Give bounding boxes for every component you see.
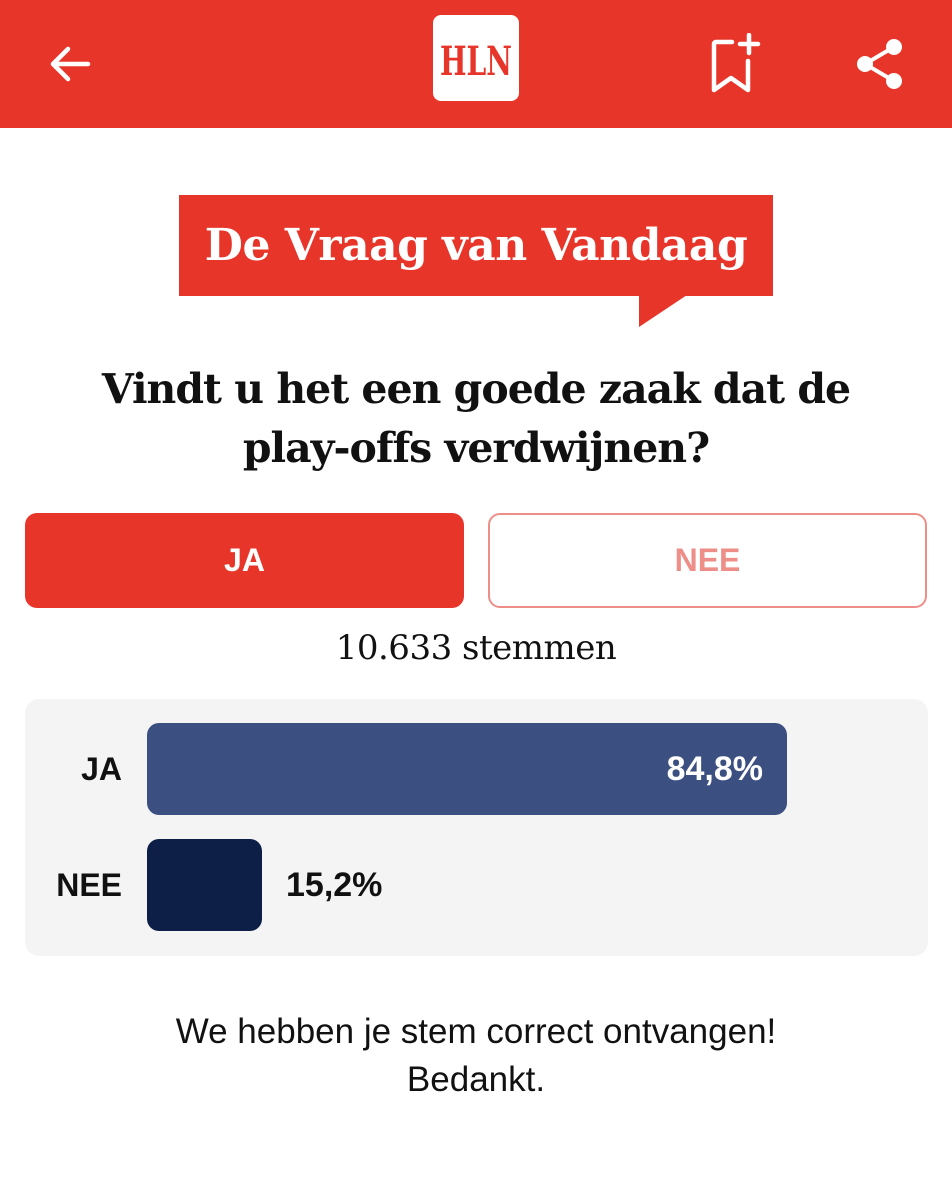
- badge-speech-tail: [639, 295, 687, 327]
- hln-logo: HLN: [433, 15, 519, 101]
- result-bar-yes: 84,8%: [147, 723, 787, 815]
- result-label-yes: JA: [81, 750, 122, 787]
- result-label-no: NEE: [56, 866, 122, 903]
- vote-count: 10.633 stemmen: [335, 628, 617, 668]
- poll-question: Vindt u het een goede zaak dat de play-o…: [101, 365, 851, 472]
- logo-text: HLN: [440, 38, 512, 83]
- badge-text: De Vraag van Vandaag: [204, 220, 748, 271]
- share-icon: [857, 39, 902, 89]
- back-arrow-icon: [50, 46, 91, 82]
- app-bar: HLN: [0, 0, 952, 128]
- result-percent-yes: 84,8%: [666, 749, 763, 788]
- result-bar-no: [147, 839, 262, 931]
- result-track-no: 15,2%: [147, 839, 902, 931]
- result-track-yes: 84,8%: [147, 723, 902, 815]
- vote-no-button[interactable]: NEE: [488, 513, 927, 608]
- confirmation-line-2: Bedankt.: [406, 1060, 546, 1099]
- result-row-no: NEE 15,2%: [25, 839, 928, 931]
- vote-yes-button[interactable]: JA: [25, 513, 464, 608]
- results-panel: JA 84,8% NEE 15,2%: [25, 699, 928, 956]
- confirmation-message: We hebben je stem correct ontvangen! Bed…: [0, 1008, 952, 1104]
- bookmark-add-icon: [711, 33, 761, 93]
- result-percent-no: 15,2%: [286, 865, 383, 904]
- bookmark-button[interactable]: [697, 24, 777, 104]
- confirmation-line-1: We hebben je stem correct ontvangen!: [175, 1012, 777, 1051]
- share-button[interactable]: [840, 24, 920, 104]
- back-button[interactable]: [30, 24, 110, 104]
- result-row-yes: JA 84,8%: [25, 723, 928, 815]
- question-of-the-day-badge: De Vraag van Vandaag: [179, 195, 773, 296]
